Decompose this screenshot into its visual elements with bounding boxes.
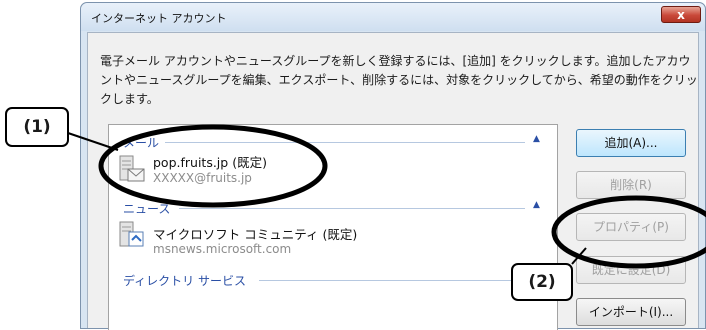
leader-line-1 — [67, 132, 119, 151]
callout-2: (2) — [511, 263, 573, 301]
annotation-overlay — [67, 124, 706, 269]
highlight-ellipse-1 — [98, 124, 328, 208]
callout-1: (1) — [5, 107, 69, 147]
highlight-ellipse-2 — [551, 195, 706, 269]
